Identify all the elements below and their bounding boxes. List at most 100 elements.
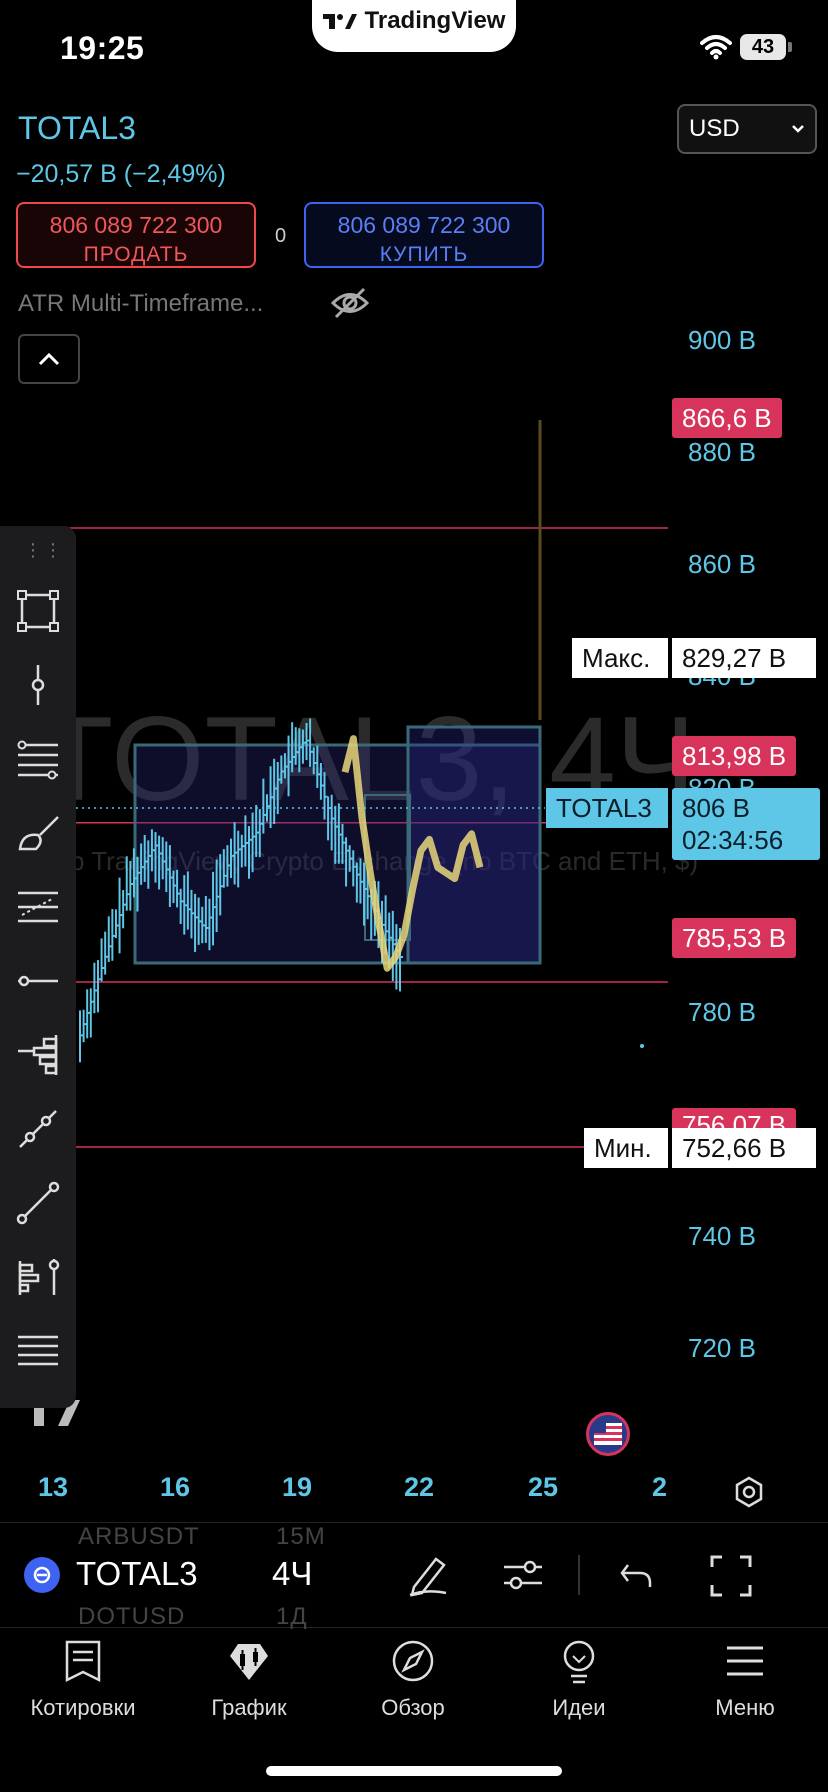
toolbar-divider — [578, 1555, 580, 1595]
bar-countdown: 02:34:56 — [682, 825, 784, 855]
tab-chart[interactable]: График — [174, 1638, 324, 1721]
rectangle-icon — [17, 590, 59, 632]
tab-overview-label: Обзор — [381, 1695, 445, 1720]
symbol-selector[interactable]: TOTAL3 — [76, 1555, 198, 1593]
chart-dot — [640, 1044, 644, 1048]
tab-quotes-label: Котировки — [30, 1695, 136, 1720]
symbol-toolbar: ARBUSDT 15M DOTUSD 1Д TOTAL3 4Ч — [0, 1522, 828, 1630]
price-tick: 880 B — [688, 437, 756, 467]
hline-label-2: 813,98 B — [672, 736, 797, 776]
trend-angle-icon — [19, 1110, 57, 1148]
price-tick: 720 B — [688, 1333, 756, 1363]
us-flag-icon[interactable] — [586, 1412, 630, 1456]
max-value: 829,27 B — [672, 638, 816, 678]
tradingview-logo-icon — [322, 14, 357, 29]
horizontal-ray-tool-button[interactable] — [13, 956, 63, 1006]
battery-indicator: 43 — [740, 34, 786, 60]
long-position-icon — [18, 1259, 60, 1295]
time-tick: 19 — [282, 1472, 313, 1502]
pen-icon[interactable] — [406, 1553, 450, 1597]
chevron-up-icon — [38, 352, 60, 366]
rectangle-tool-button[interactable] — [13, 586, 63, 636]
min-value: 752,66 B — [672, 1128, 816, 1168]
buy-button[interactable]: 806 089 722 300 КУПИТЬ — [304, 202, 544, 268]
buy-price: 806 089 722 300 — [337, 212, 511, 238]
tab-menu[interactable]: Меню — [670, 1638, 820, 1721]
price-tick: 900 B — [688, 325, 756, 355]
status-time: 19:25 — [60, 30, 145, 66]
price-tick: 860 B — [688, 549, 756, 579]
time-tick: 16 — [160, 1472, 191, 1502]
fib-extension-tool-button[interactable] — [13, 882, 63, 932]
fib-retracement-tool-button[interactable] — [13, 734, 63, 784]
fullscreen-icon[interactable] — [710, 1555, 752, 1597]
trend-line-tool-button[interactable] — [13, 1178, 63, 1228]
long-position-tool-button[interactable] — [13, 1252, 63, 1302]
volume-profile-tool-button[interactable] — [13, 1030, 63, 1080]
eye-off-icon[interactable] — [330, 286, 370, 320]
max-tag: Макс. — [572, 638, 668, 678]
time-tick: 25 — [528, 1472, 559, 1502]
currency-value: USD — [689, 115, 740, 142]
timeframe-selector[interactable]: 4Ч — [272, 1555, 312, 1593]
tab-menu-label: Меню — [715, 1695, 775, 1720]
price-change: −20,57 B (−2,49%) — [16, 160, 226, 188]
time-tick: 22 — [404, 1472, 435, 1502]
sell-label: ПРОДАТЬ — [83, 243, 189, 266]
parallel-channel-tool-button[interactable] — [13, 1326, 63, 1376]
tradingview-pill: TradingView — [312, 0, 516, 52]
tab-overview[interactable]: Обзор — [338, 1638, 488, 1721]
ghost-watchlist-symbol-2: DOTUSD — [78, 1603, 186, 1630]
currency-select[interactable]: USD — [677, 104, 817, 154]
fib-extension-icon — [18, 891, 58, 923]
current-price-badge: 806 B 02:34:56 — [672, 788, 820, 860]
home-indicator[interactable] — [266, 1766, 562, 1776]
menu-icon — [727, 1646, 763, 1676]
battery-tip — [788, 42, 792, 52]
price-tick: 780 B — [688, 997, 756, 1027]
trend-angle-tool-button[interactable] — [13, 1104, 63, 1154]
buy-label: КУПИТЬ — [379, 243, 469, 266]
compass-icon — [392, 1640, 434, 1682]
brand-name: TradingView — [364, 7, 506, 34]
indicators-sliders-icon[interactable] — [502, 1555, 544, 1595]
time-tick: 2 — [652, 1472, 668, 1502]
hline-label-3: 785,53 B — [672, 918, 797, 958]
symbol-name[interactable]: TOTAL3 — [18, 110, 136, 147]
ghost-watchlist-tf-2: 1Д — [276, 1603, 308, 1630]
symbol-logo-icon — [24, 1557, 60, 1593]
trend-line-icon — [16, 1181, 60, 1225]
tab-ideas-label: Идеи — [552, 1695, 606, 1720]
parallel-lines-icon — [18, 1335, 58, 1366]
current-price: 806 B — [682, 793, 750, 823]
horizontal-ray-icon — [18, 975, 58, 987]
brush-tool-button[interactable] — [13, 808, 63, 858]
price-tick: 740 B — [688, 1221, 756, 1251]
current-symbol-tag: TOTAL3 — [546, 788, 668, 828]
sell-price: 806 089 722 300 — [49, 212, 223, 238]
drawing-toolbar: ⋮⋮ — [0, 526, 76, 1408]
tab-chart-label: График — [211, 1695, 287, 1720]
spread-value: 0 — [275, 225, 287, 247]
hline-label-1: 866,6 B — [672, 398, 782, 438]
vertical-line-tool-button[interactable] — [13, 660, 63, 710]
vertical-line-icon — [31, 665, 45, 705]
volume-profile-icon — [18, 1035, 58, 1075]
tab-ideas[interactable]: Идеи — [504, 1638, 654, 1721]
toolbar-grip-icon[interactable]: ⋮⋮ — [24, 540, 64, 561]
time-tick: 13 — [38, 1472, 69, 1502]
quotes-icon — [65, 1640, 101, 1683]
chevron-down-icon — [792, 125, 804, 133]
ghost-watchlist-symbol-1: ARBUSDT — [78, 1523, 200, 1550]
ideas-icon — [563, 1640, 595, 1684]
sell-button[interactable]: 806 089 722 300 ПРОДАТЬ — [16, 202, 256, 268]
ghost-watchlist-tf-1: 15M — [276, 1523, 326, 1550]
tab-quotes[interactable]: Котировки — [8, 1638, 158, 1721]
settings-icon[interactable] — [732, 1475, 766, 1509]
indicator-legend[interactable]: ATR Multi-Timeframe... — [18, 290, 263, 318]
min-tag: Мин. — [584, 1128, 668, 1168]
undo-icon[interactable] — [618, 1557, 654, 1593]
fib-retracement-icon — [17, 740, 58, 780]
chart-icon — [230, 1644, 268, 1680]
collapse-legend-button[interactable] — [18, 334, 80, 384]
